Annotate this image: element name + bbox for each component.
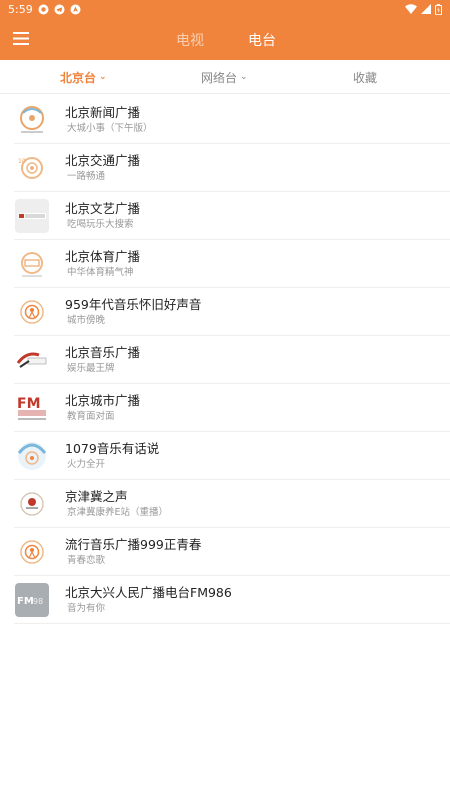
station-name: 959年代音乐怀旧好声音 [65,297,202,312]
station-logo: FM 98 [15,583,49,617]
program-name: 音为有你 [67,603,106,614]
status-time: 5:59 [8,2,33,16]
radio-icon [15,535,49,569]
program-name: 娱乐最王牌 [67,363,115,374]
chevron-down-icon: ⌄ [240,72,248,82]
program-name: 大城小事（下午版） [67,123,153,134]
subtab-label: 网络台 [201,70,238,85]
program-name: 中华体育精气神 [67,267,134,278]
station-row[interactable]: 京津冀之声 京津冀康养E站（重播） [0,480,450,528]
station-row[interactable]: FM 北京城市广播 教育面对面 [0,384,450,432]
program-name: 吃喝玩乐大搜索 [67,219,134,230]
program-name: 教育面对面 [67,411,115,422]
station-name: 北京城市广播 [65,393,141,408]
chevron-down-icon: ⌄ [99,72,107,82]
subtab-network[interactable]: 网络台 ⌄ [201,60,248,94]
station-name: 1079音乐有话说 [65,441,160,456]
hamburger-icon [13,30,29,49]
station-list: 北京新闻广播 大城小事（下午版） 10 北京交通广播 一路畅通 北京文艺广播 吃… [0,96,450,624]
subtab-label: 收藏 [353,70,378,85]
station-row[interactable]: 北京体育广播 中华体育精气神 [0,240,450,288]
station-name: 北京体育广播 [65,249,141,264]
station-name: 北京新闻广播 [65,105,141,120]
status-bar: 5:59 [0,0,450,18]
station-logo [15,343,49,377]
subtab-beijing[interactable]: 北京台 ⌄ [60,60,107,94]
station-name: 北京音乐广播 [65,345,141,360]
radio-icon [15,295,49,329]
telegram-icon [54,4,65,15]
program-name: 青春恋歌 [67,555,106,566]
station-logo [15,247,49,281]
station-name: 流行音乐广播999正青春 [65,537,202,552]
station-logo [15,439,49,473]
station-logo [15,103,49,137]
app-bar: 5:59 电视 电台 [0,0,450,60]
svg-text:FM: FM [17,596,34,607]
station-row[interactable]: FM 98 北京大兴人民广播电台FM986 音为有你 [0,576,450,624]
subtab-label: 北京台 [60,70,97,85]
station-logo [15,487,49,521]
navigation-icon [70,4,81,15]
subtab-favorites[interactable]: 收藏 [353,60,377,94]
station-logo: FM [15,391,49,425]
tab-radio[interactable]: 电台 [248,30,276,50]
battery-icon [435,3,442,15]
program-name: 城市傍晚 [67,315,106,326]
station-name: 北京交通广播 [65,153,141,168]
wifi-icon [405,4,417,14]
menu-button[interactable] [10,28,32,50]
station-logo [15,199,49,233]
program-name: 一路畅通 [67,171,106,182]
program-name: 京津冀康养E站（重播） [67,507,169,518]
station-logo: 10 [15,151,49,185]
sub-tab-bar: 北京台 ⌄ 网络台 ⌄ 收藏 [0,60,450,94]
station-name: 北京文艺广播 [65,201,141,216]
svg-text:FM: FM [17,396,41,412]
svg-text:10: 10 [18,158,26,165]
station-name: 北京大兴人民广播电台FM986 [65,585,232,600]
station-row[interactable]: 959年代音乐怀旧好声音 城市傍晚 [0,288,450,336]
station-row[interactable]: 1079音乐有话说 火力全开 [0,432,450,480]
station-row[interactable]: 北京新闻广播 大城小事（下午版） [0,96,450,144]
tab-tv[interactable]: 电视 [176,30,204,50]
station-name: 京津冀之声 [65,489,128,504]
svg-text:98: 98 [33,597,43,606]
signal-icon [421,4,431,14]
station-row[interactable]: 流行音乐广播999正青春 青春恋歌 [0,528,450,576]
station-row[interactable]: 北京音乐广播 娱乐最王牌 [0,336,450,384]
station-row[interactable]: 北京文艺广播 吃喝玩乐大搜索 [0,192,450,240]
station-row[interactable]: 10 北京交通广播 一路畅通 [0,144,450,192]
record-icon [38,4,49,15]
program-name: 火力全开 [67,459,106,470]
